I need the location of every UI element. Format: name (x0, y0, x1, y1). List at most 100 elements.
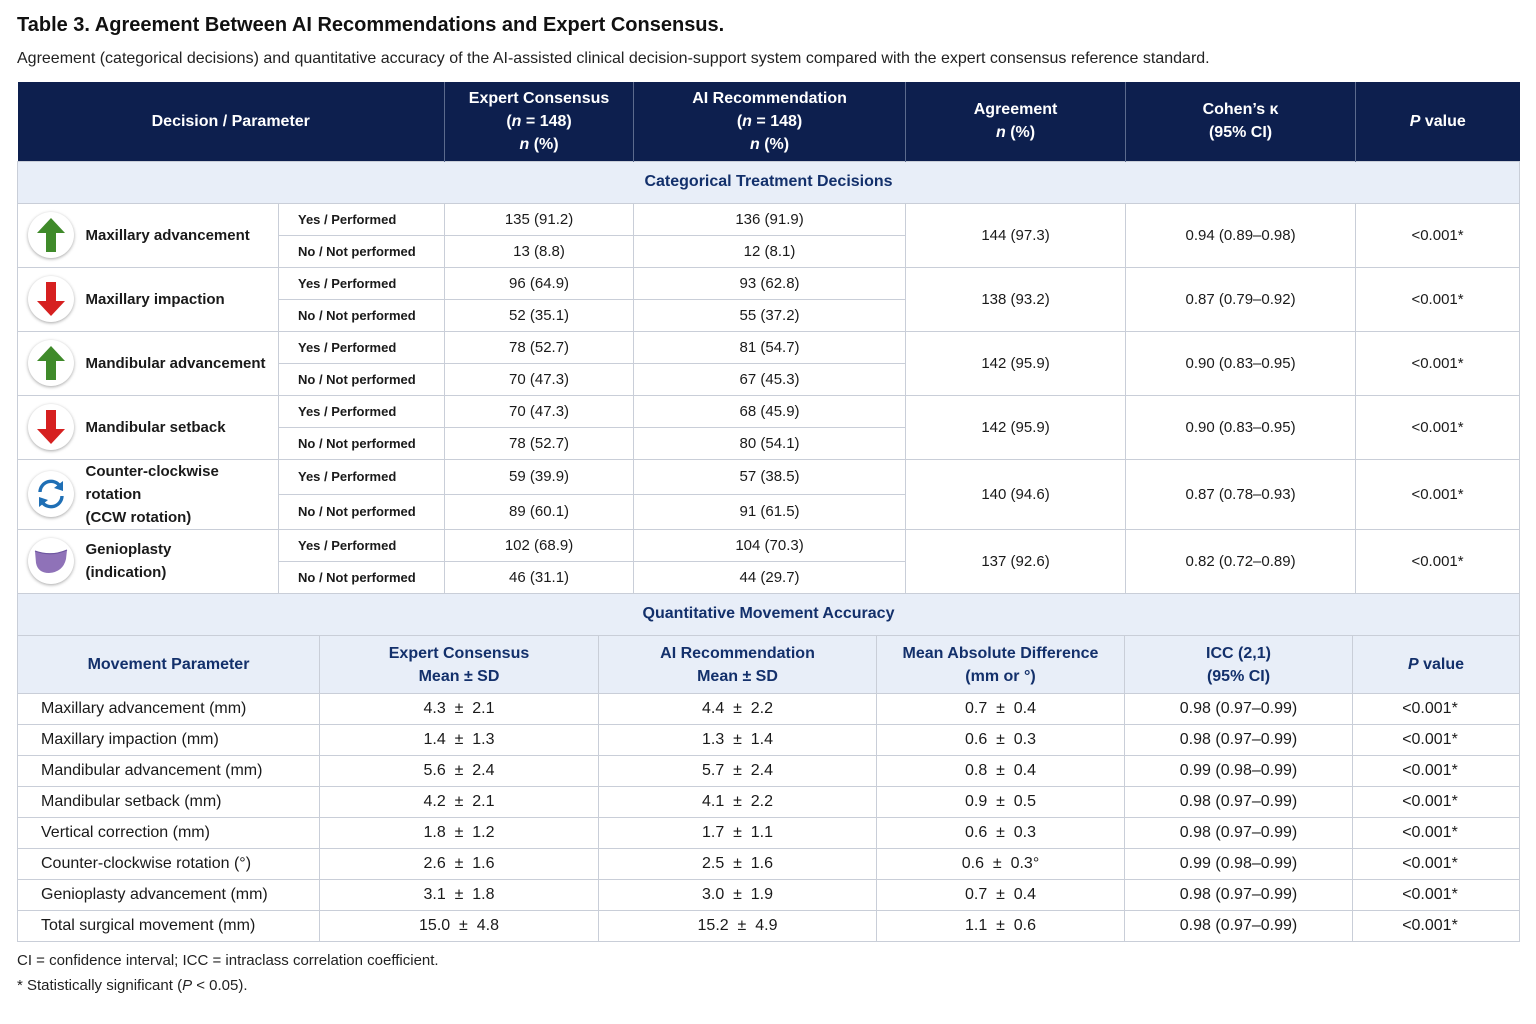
quant-header-ai: AI Recommendation Mean ± SD (598, 635, 877, 694)
kappa-value: 0.87 (0.79–0.92) (1125, 266, 1357, 332)
decision-icon-cell (17, 528, 82, 594)
decision-name: Maxillary advancement (81, 202, 279, 268)
table-row: Mandibular setback Yes / Performed 70 (47.… (17, 394, 1521, 460)
mean-absolute-difference: 0.8 ± 0.4 (876, 755, 1125, 787)
expert-no-value: 89 (60.1) (444, 493, 635, 530)
ai-mean-sd: 5.7 ± 2.4 (598, 755, 877, 787)
table-row: Mandibular advancement Yes / Performed 78 … (17, 330, 1521, 396)
mean-absolute-difference: 1.1 ± 0.6 (876, 910, 1125, 942)
ai-mean-sd: 4.1 ± 2.2 (598, 786, 877, 818)
quant-header-mad: Mean Absolute Difference (mm or °) (876, 635, 1125, 694)
icc-value: 0.98 (0.97–0.99) (1124, 724, 1353, 756)
expert-mean-sd: 4.2 ± 2.1 (319, 786, 599, 818)
mean-absolute-difference: 0.6 ± 0.3° (876, 848, 1125, 880)
header-decision: Decision / Parameter (17, 82, 445, 161)
quantitative-table: Movement Parameter Expert Consensus Mean … (17, 635, 1520, 942)
section-title-categorical: Categorical Treatment Decisions (16, 160, 1521, 204)
expert-mean-sd: 3.1 ± 1.8 (319, 879, 599, 911)
ai-mean-sd: 1.7 ± 1.1 (598, 817, 877, 849)
expert-yes-value: 59 (39.9) (444, 458, 635, 495)
table-row: Maxillary impaction Yes / Performed 96 (64… (17, 266, 1521, 332)
ai-mean-sd: 3.0 ± 1.9 (598, 879, 877, 911)
expert-mean-sd: 4.3 ± 2.1 (319, 693, 599, 725)
ai-no-value: 55 (37.2) (633, 298, 907, 332)
icc-value: 0.98 (0.97–0.99) (1124, 693, 1353, 725)
section-row-categorical: Categorical Treatment Decisions (16, 160, 1521, 204)
quant-header-expert: Expert Consensus Mean ± SD (319, 635, 599, 694)
table-caption: Agreement (categorical decisions) and qu… (17, 50, 1210, 67)
expert-yes-value: 70 (47.3) (444, 394, 635, 428)
kappa-value: 0.82 (0.72–0.89) (1125, 528, 1357, 594)
table-row: Maxillary impaction (mm) 1.4 ± 1.3 1.3 ± 1… (17, 724, 1520, 756)
arrow-down-red-icon (28, 276, 74, 322)
movement-parameter: Maxillary advancement (mm) (17, 693, 320, 725)
expert-no-value: 70 (47.3) (444, 362, 635, 396)
p-value: <0.001* (1352, 848, 1520, 880)
arrow-up-green-icon (28, 212, 74, 258)
table-header-row: Decision / Parameter Expert Consensus (n… (17, 82, 1520, 161)
table-row: Counter-clockwise rotation (°) 2.6 ± 1.6 2… (17, 848, 1520, 880)
movement-parameter: Vertical correction (mm) (17, 817, 320, 849)
p-value: <0.001* (1355, 394, 1521, 460)
no-label: No / Not performed (277, 298, 446, 332)
p-value: <0.001* (1352, 786, 1520, 818)
decision-icon-cell (17, 394, 82, 460)
header-kappa: Cohen’s κ (95% CI) (1125, 82, 1356, 161)
section-title-quantitative: Quantitative Movement Accuracy (16, 592, 1521, 636)
no-label: No / Not performed (277, 426, 446, 460)
yes-label: Yes / Performed (277, 330, 446, 364)
ai-yes-value: 57 (38.5) (633, 458, 907, 495)
expert-yes-value: 78 (52.7) (444, 330, 635, 364)
movement-parameter: Maxillary impaction (mm) (17, 724, 320, 756)
agreement-value: 142 (95.9) (905, 394, 1127, 460)
section-row-quantitative: Quantitative Movement Accuracy (16, 592, 1521, 636)
ai-mean-sd: 15.2 ± 4.9 (598, 910, 877, 942)
movement-parameter: Counter-clockwise rotation (°) (17, 848, 320, 880)
p-value: <0.001* (1352, 879, 1520, 911)
no-label: No / Not performed (277, 493, 446, 530)
movement-parameter: Genioplasty advancement (mm) (17, 879, 320, 911)
p-value: <0.001* (1355, 528, 1521, 594)
mean-absolute-difference: 0.6 ± 0.3 (876, 724, 1125, 756)
icc-value: 0.98 (0.97–0.99) (1124, 786, 1353, 818)
icc-value: 0.98 (0.97–0.99) (1124, 817, 1353, 849)
arrow-down-red-icon (28, 404, 74, 450)
p-value: <0.001* (1352, 755, 1520, 787)
p-value: <0.001* (1355, 202, 1521, 268)
decision-name: Mandibular advancement (81, 330, 279, 396)
header-ai: AI Recommendation (n = 148) n (%) (633, 82, 906, 161)
no-label: No / Not performed (277, 234, 446, 268)
expert-mean-sd: 1.4 ± 1.3 (319, 724, 599, 756)
p-value: <0.001* (1352, 817, 1520, 849)
table-row: Mandibular setback (mm) 4.2 ± 2.1 4.1 ± 2.… (17, 786, 1520, 818)
rotation-cycle-icon (28, 471, 74, 517)
agreement-value: 138 (93.2) (905, 266, 1127, 332)
table-row: Mandibular advancement (mm) 5.6 ± 2.4 5.7 … (17, 755, 1520, 787)
kappa-value: 0.90 (0.83–0.95) (1125, 394, 1357, 460)
ai-yes-value: 93 (62.8) (633, 266, 907, 300)
p-value: <0.001* (1352, 693, 1520, 725)
ai-yes-value: 104 (70.3) (633, 528, 907, 562)
yes-label: Yes / Performed (277, 202, 446, 236)
decision-name: Maxillary impaction (81, 266, 279, 332)
ai-yes-value: 68 (45.9) (633, 394, 907, 428)
yes-label: Yes / Performed (277, 458, 446, 495)
ai-no-value: 12 (8.1) (633, 234, 907, 268)
yes-label: Yes / Performed (277, 528, 446, 562)
decision-name: Mandibular setback (81, 394, 279, 460)
decision-icon-cell (17, 202, 82, 268)
expert-mean-sd: 15.0 ± 4.8 (319, 910, 599, 942)
icc-value: 0.98 (0.97–0.99) (1124, 879, 1353, 911)
arrow-up-green-icon (28, 340, 74, 386)
movement-parameter: Total surgical movement (mm) (17, 910, 320, 942)
ai-no-value: 67 (45.3) (633, 362, 907, 396)
p-value: <0.001* (1355, 266, 1521, 332)
kappa-value: 0.94 (0.89–0.98) (1125, 202, 1357, 268)
table-row: Genioplasty (indication) Yes / Performed 10… (17, 528, 1521, 594)
expert-no-value: 13 (8.8) (444, 234, 635, 268)
movement-parameter: Mandibular advancement (mm) (17, 755, 320, 787)
quant-header-icc: ICC (2,1) (95% CI) (1124, 635, 1353, 694)
table-row: Vertical correction (mm) 1.8 ± 1.2 1.7 ± 1… (17, 817, 1520, 849)
agreement-value: 144 (97.3) (905, 202, 1127, 268)
chin-shape-icon (28, 538, 74, 584)
